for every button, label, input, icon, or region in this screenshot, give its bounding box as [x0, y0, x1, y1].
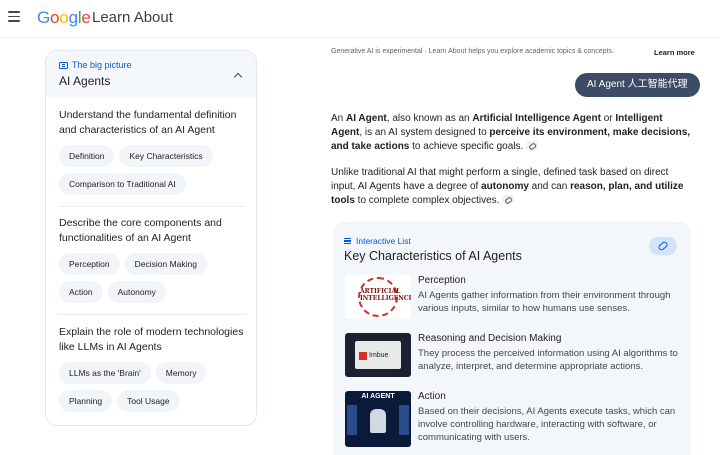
- google-logo[interactable]: Google: [37, 8, 91, 28]
- interactive-list-label: Interactive List: [356, 236, 411, 246]
- product-name: Learn About: [92, 9, 173, 26]
- item-title: Action: [418, 391, 446, 402]
- reasoning-thumbnail: Imbue: [345, 333, 411, 377]
- intro-paragraph: An AI Agent, also known as an Artificial…: [331, 113, 691, 152]
- objective-title: Understand the fundamental definition an…: [59, 109, 237, 136]
- objective-title: Describe the core components and functio…: [59, 217, 222, 244]
- app-header: Google Learn About: [0, 0, 720, 38]
- action-thumbnail: AI AGENT: [345, 391, 411, 447]
- hamburger-menu-icon[interactable]: [8, 11, 20, 23]
- chip-tool-usage[interactable]: Tool Usage: [117, 390, 180, 412]
- chip-planning[interactable]: Planning: [59, 390, 113, 412]
- list-icon: [344, 237, 351, 245]
- item-description: Based on their decisions, AI Agents exec…: [418, 406, 676, 443]
- list-title: Key Characteristics of AI Agents: [344, 249, 522, 263]
- chip-decision-making[interactable]: Decision Making: [124, 253, 208, 275]
- chevron-up-icon[interactable]: [234, 71, 242, 79]
- interactive-list-eyebrow: Interactive List: [344, 236, 411, 246]
- chip-definition[interactable]: Definition: [59, 145, 115, 167]
- chip-perception[interactable]: Perception: [59, 253, 120, 275]
- header-divider: [0, 37, 720, 38]
- chip-comparison[interactable]: Comparison to Traditional AI: [59, 173, 186, 195]
- item-title: Perception: [418, 275, 466, 286]
- list-item-perception[interactable]: ARTIFICIAL INTELLIGENCE Perception AI Ag…: [345, 275, 685, 333]
- autonomy-paragraph: Unlike traditional AI that might perform…: [331, 167, 684, 206]
- objective-section-2: Describe the core components and functio…: [59, 216, 247, 309]
- section-divider: [59, 206, 245, 207]
- section-divider: [59, 314, 245, 315]
- link-icon[interactable]: [649, 237, 677, 255]
- big-picture-header[interactable]: The big picture AI Agents: [46, 51, 256, 97]
- objective-section-3: Explain the role of modern technologies …: [59, 325, 247, 418]
- experimental-notice: Generative AI is experimental · Learn Ab…: [331, 48, 614, 55]
- item-description: They process the perceived information u…: [418, 348, 678, 372]
- perception-thumbnail: ARTIFICIAL INTELLIGENCE: [345, 275, 411, 319]
- chip-autonomy[interactable]: Autonomy: [107, 281, 166, 303]
- learn-more-link[interactable]: Learn more: [654, 48, 695, 57]
- chip-memory[interactable]: Memory: [155, 362, 207, 384]
- chip-llms-brain[interactable]: LLMs as the 'Brain': [59, 362, 151, 384]
- chip-key-characteristics[interactable]: Key Characteristics: [119, 145, 213, 167]
- item-description: AI Agents gather information from their …: [418, 290, 671, 314]
- interactive-list-card: Interactive List Key Characteristics of …: [333, 222, 691, 455]
- topic-title: AI Agents: [59, 74, 111, 88]
- source-link-icon[interactable]: [526, 141, 539, 150]
- chip-action[interactable]: Action: [59, 281, 103, 303]
- big-picture-eyebrow: The big picture: [59, 60, 132, 70]
- source-link-icon[interactable]: [502, 195, 515, 204]
- list-item-reasoning[interactable]: Imbue Reasoning and Decision Making They…: [345, 333, 685, 391]
- card-icon: [59, 61, 68, 69]
- list-item-action[interactable]: AI AGENT Action Based on their decisions…: [345, 391, 685, 449]
- objective-title: Explain the role of modern technologies …: [59, 326, 244, 353]
- objective-section-1: Understand the fundamental definition an…: [59, 108, 247, 201]
- big-picture-label: The big picture: [72, 60, 132, 70]
- big-picture-card: The big picture AI Agents Understand the…: [45, 50, 257, 426]
- item-title: Reasoning and Decision Making: [418, 333, 562, 344]
- user-query-bubble: AI Agent 人工智能代理: [575, 73, 700, 97]
